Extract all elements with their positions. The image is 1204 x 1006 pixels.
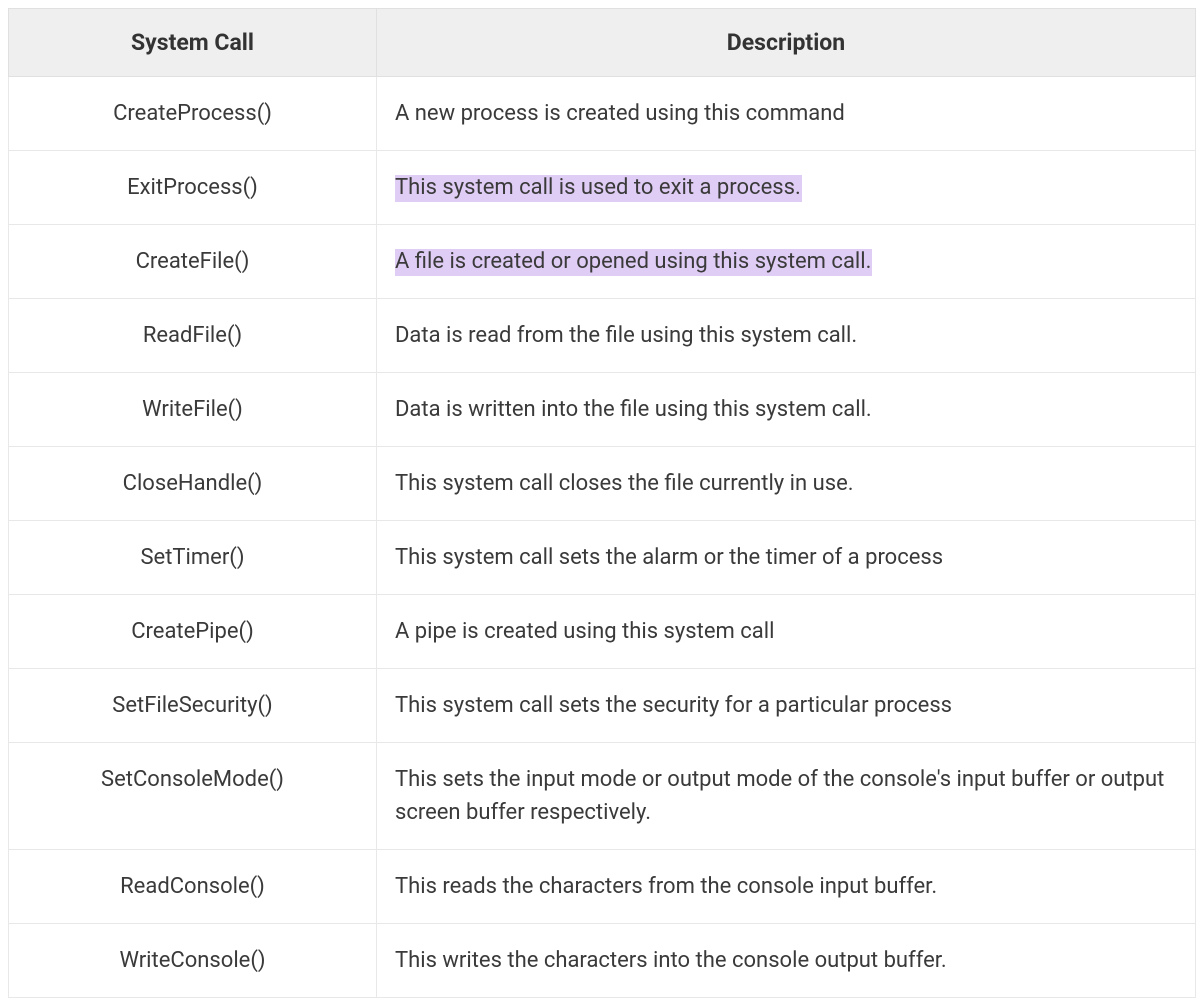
table-row: CreateProcess()A new process is created … bbox=[9, 77, 1196, 151]
syscall-cell: ExitProcess() bbox=[9, 151, 377, 225]
table-row: CreateFile() A file is created or opened … bbox=[9, 225, 1196, 299]
description-cell: Data is written into the file using this… bbox=[376, 373, 1195, 447]
table-header-row: System Call Description bbox=[9, 9, 1196, 77]
table-body: CreateProcess()A new process is created … bbox=[9, 77, 1196, 998]
table-row: SetFileSecurity()This system call sets t… bbox=[9, 669, 1196, 743]
description-cell: This system call sets the security for a… bbox=[376, 669, 1195, 743]
table-row: CloseHandle()This system call closes the… bbox=[9, 447, 1196, 521]
syscall-cell: SetConsoleMode() bbox=[9, 743, 377, 850]
description-cell: This system call sets the alarm or the t… bbox=[376, 521, 1195, 595]
table-row: ReadConsole()This reads the characters f… bbox=[9, 850, 1196, 924]
syscall-cell: CloseHandle() bbox=[9, 447, 377, 521]
table-row: WriteConsole()This writes the characters… bbox=[9, 924, 1196, 998]
syscall-cell: SetFileSecurity() bbox=[9, 669, 377, 743]
syscall-cell: ReadConsole() bbox=[9, 850, 377, 924]
description-cell: A pipe is created using this system call bbox=[376, 595, 1195, 669]
syscall-cell: CreateProcess() bbox=[9, 77, 377, 151]
description-cell: This system call is used to exit a proce… bbox=[376, 151, 1195, 225]
table-row: SetTimer()This system call sets the alar… bbox=[9, 521, 1196, 595]
syscall-cell: WriteFile() bbox=[9, 373, 377, 447]
table-row: ReadFile()Data is read from the file usi… bbox=[9, 299, 1196, 373]
description-cell: This sets the input mode or output mode … bbox=[376, 743, 1195, 850]
column-header-syscall: System Call bbox=[9, 9, 377, 77]
syscall-cell: CreatePipe() bbox=[9, 595, 377, 669]
description-cell: A file is created or opened using this s… bbox=[376, 225, 1195, 299]
syscall-cell: WriteConsole() bbox=[9, 924, 377, 998]
column-header-description: Description bbox=[376, 9, 1195, 77]
table-row: WriteFile()Data is written into the file… bbox=[9, 373, 1196, 447]
syscall-cell: ReadFile() bbox=[9, 299, 377, 373]
table-row: ExitProcess() This system call is used to… bbox=[9, 151, 1196, 225]
syscall-table-container: System Call Description CreateProcess()A… bbox=[8, 8, 1196, 998]
description-cell: This writes the characters into the cons… bbox=[376, 924, 1195, 998]
highlighted-text: A file is created or opened using this s… bbox=[395, 249, 872, 276]
syscall-cell: CreateFile() bbox=[9, 225, 377, 299]
table-row: SetConsoleMode()This sets the input mode… bbox=[9, 743, 1196, 850]
description-cell: A new process is created using this comm… bbox=[376, 77, 1195, 151]
table-row: CreatePipe()A pipe is created using this… bbox=[9, 595, 1196, 669]
description-cell: This system call closes the file current… bbox=[376, 447, 1195, 521]
description-cell: This reads the characters from the conso… bbox=[376, 850, 1195, 924]
highlighted-text: This system call is used to exit a proce… bbox=[395, 175, 802, 202]
syscall-cell: SetTimer() bbox=[9, 521, 377, 595]
syscall-table: System Call Description CreateProcess()A… bbox=[8, 8, 1196, 998]
description-cell: Data is read from the file using this sy… bbox=[376, 299, 1195, 373]
